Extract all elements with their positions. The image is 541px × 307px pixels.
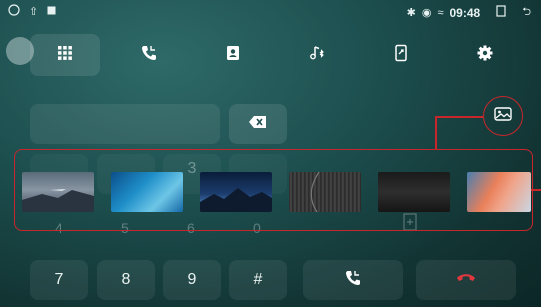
number-input[interactable]	[30, 104, 220, 144]
tab-phone-link[interactable]	[366, 34, 436, 76]
tab-contacts[interactable]	[198, 34, 268, 76]
callout-line-h	[435, 116, 483, 118]
image-notify-icon	[47, 6, 56, 18]
key-9[interactable]: 9	[163, 260, 221, 300]
wallpaper-button[interactable]	[483, 96, 523, 136]
callout-line-v	[435, 116, 437, 150]
usb-icon: ⇧	[29, 6, 39, 18]
wallpaper-dark-texture[interactable]	[378, 172, 450, 212]
back-icon[interactable]: ⮌	[522, 3, 531, 22]
image-icon	[494, 106, 512, 126]
bluetooth-icon: ✱	[406, 7, 416, 19]
call-button[interactable]	[303, 260, 403, 300]
tab-dialpad[interactable]	[30, 34, 100, 76]
top-tab-bar	[30, 34, 520, 76]
end-call-button[interactable]	[416, 260, 516, 300]
dialpad-icon	[56, 44, 74, 67]
bluetooth-music-icon	[308, 44, 326, 67]
screen-mirror-icon[interactable]	[496, 5, 506, 20]
wallpaper-night-mountains[interactable]	[200, 172, 272, 212]
location-icon: ◉	[421, 7, 432, 19]
wallpaper-blue-abstract[interactable]	[111, 172, 183, 212]
phone-link-icon	[392, 44, 410, 67]
key-7[interactable]: 7	[30, 260, 88, 300]
wallpaper-pastel-wave[interactable]	[467, 172, 531, 212]
key-8[interactable]: 8	[97, 260, 155, 300]
clock: 09:48	[449, 5, 481, 20]
tab-settings[interactable]	[450, 34, 520, 76]
wifi-icon: ≈	[437, 6, 444, 19]
gear-icon	[476, 44, 494, 67]
tab-recents[interactable]	[114, 34, 184, 76]
wallpaper-dark-stripes[interactable]	[289, 172, 361, 212]
home-outline-icon[interactable]	[8, 4, 20, 19]
wallpaper-mountain-plane[interactable]	[22, 172, 94, 212]
tab-bt-music[interactable]	[282, 34, 352, 76]
phone-call-icon	[344, 269, 362, 292]
backspace-button[interactable]	[229, 104, 287, 144]
contacts-book-icon	[224, 44, 242, 67]
key-hash[interactable]: #	[229, 260, 287, 300]
end-call-icon	[456, 271, 476, 290]
backspace-icon	[249, 115, 267, 133]
status-bar: ⇧ ✱ ◉ ≈ 09:48 ⮌	[0, 0, 541, 22]
phone-recent-icon	[140, 44, 158, 67]
